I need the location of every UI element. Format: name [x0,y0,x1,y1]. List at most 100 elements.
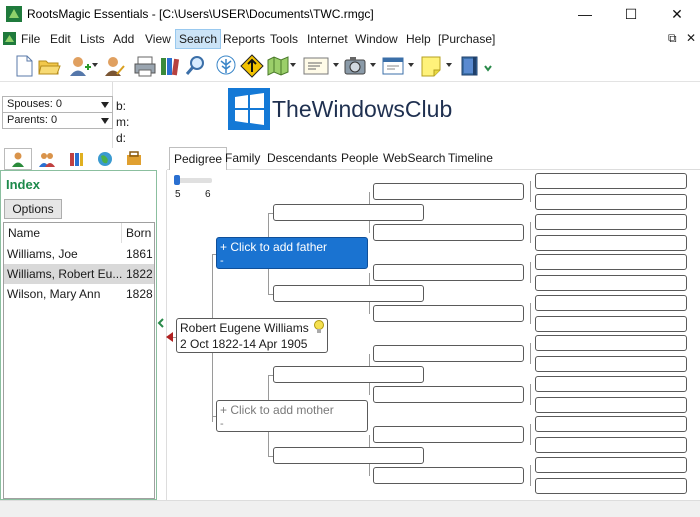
maximize-button[interactable]: ☐ [608,0,654,28]
menu-search[interactable]: Search [175,29,222,49]
list-item[interactable]: Williams, Joe 1861 [4,244,154,264]
certificate-dropdown-icon[interactable] [333,63,339,67]
generation-slider-thumb[interactable] [174,175,180,185]
menu-window[interactable]: Window [355,32,398,46]
add-mother-box[interactable]: + Click to add mother - [216,400,368,432]
help-book-icon[interactable] [458,54,482,78]
ancestor-box[interactable] [373,305,524,322]
back-arrow-icon[interactable] [166,332,173,342]
mdi-close-button[interactable]: ✕ [686,31,696,45]
add-person-dropdown-icon[interactable] [92,63,98,67]
add-person-icon[interactable] [68,54,92,78]
spouses-dropdown[interactable]: Spouses: 0 [2,96,113,113]
tab-families-icon[interactable] [33,148,61,170]
ancestor-box[interactable] [535,214,687,230]
toolbar-overflow-chevron-icon[interactable] [484,61,492,72]
menu-reports[interactable]: Reports [223,32,265,46]
open-folder-icon[interactable] [37,54,61,78]
tab-family[interactable]: Family [225,151,260,165]
certificate-icon[interactable] [302,54,330,78]
menu-file[interactable]: File [21,32,40,46]
lightbulb-icon[interactable] [313,320,325,334]
ancestor-box[interactable] [535,437,687,453]
tab-descendants[interactable]: Descendants [267,151,337,165]
status-bar [0,500,700,517]
panel-splitter[interactable] [157,170,165,500]
menu-help[interactable]: Help [406,32,431,46]
print-icon[interactable] [133,54,157,78]
ancestor-box[interactable] [273,447,424,464]
minimize-button[interactable]: — [562,0,608,28]
menu-lists[interactable]: Lists [80,32,105,46]
ancestor-box[interactable] [273,366,424,383]
media-icon[interactable] [343,54,367,78]
list-item[interactable]: Wilson, Mary Ann 1828 [4,284,154,304]
tab-people[interactable]: People [341,151,378,165]
ancestor-box[interactable] [535,295,687,311]
ancestor-box[interactable] [535,173,687,189]
ancestor-box[interactable] [535,397,687,413]
add-father-box[interactable]: + Click to add father - [216,237,368,269]
window-dropdown-icon[interactable] [408,63,414,67]
note-icon[interactable] [419,54,443,78]
ancestor-box[interactable] [373,467,524,484]
column-header-name[interactable]: Name [4,223,122,243]
ancestor-box[interactable] [373,264,524,281]
menu-tools[interactable]: Tools [270,32,298,46]
ancestor-box[interactable] [535,275,687,291]
ancestor-box[interactable] [373,183,524,200]
ancestor-box[interactable] [373,345,524,362]
person-name: Williams, Joe [7,247,78,261]
ancestor-box[interactable] [535,356,687,372]
search-icon[interactable] [184,54,208,78]
ancestor-box[interactable] [373,224,524,241]
tree-icon[interactable] [214,54,238,78]
ancestor-box[interactable] [535,254,687,270]
edit-person-icon[interactable] [102,54,126,78]
connector-line [530,384,531,405]
list-item[interactable]: Williams, Robert Eu... 1822 [4,264,154,284]
ancestor-box[interactable] [535,478,687,494]
arrow-up-icon[interactable] [240,54,264,78]
menu-view[interactable]: View [145,32,171,46]
collapse-chevron-icon[interactable] [157,317,165,328]
connector-line [530,303,531,324]
root-person-box[interactable]: Robert Eugene Williams 2 Oct 1822-14 Apr… [176,318,328,353]
ancestor-box[interactable] [535,316,687,332]
column-header-born[interactable]: Born [122,223,154,243]
map-dropdown-icon[interactable] [290,63,296,67]
tab-websearch[interactable]: WebSearch [383,151,445,165]
menu-add[interactable]: Add [113,32,134,46]
root-person-dates: 2 Oct 1822-14 Apr 1905 [180,337,308,351]
tab-timeline[interactable]: Timeline [448,151,493,165]
tab-index-icon[interactable] [4,148,32,170]
generation-max-label: 6 [205,189,211,200]
mdi-restore-button[interactable]: ⧉ [668,31,677,46]
ancestor-box[interactable] [535,416,687,432]
ancestor-box[interactable] [535,235,687,251]
ancestor-box[interactable] [273,285,424,302]
new-file-icon[interactable] [12,54,36,78]
note-dropdown-icon[interactable] [446,63,452,67]
ancestor-box[interactable] [373,426,524,443]
ancestor-box[interactable] [273,204,424,221]
ancestor-box[interactable] [535,457,687,473]
window-icon[interactable] [381,54,405,78]
books-icon[interactable] [158,54,182,78]
options-button[interactable]: Options [4,199,62,219]
ancestor-box[interactable] [535,335,687,351]
ancestor-box[interactable] [535,194,687,210]
tab-places-icon[interactable] [91,148,119,170]
tab-pedigree[interactable]: Pedigree [169,147,228,170]
tab-tasks-icon[interactable] [120,148,148,170]
menu-internet[interactable]: Internet [307,32,348,46]
tab-bookmarks-icon[interactable] [62,148,90,170]
ancestor-box[interactable] [535,376,687,392]
menu-purchase[interactable]: [Purchase] [438,32,495,46]
ancestor-box[interactable] [373,386,524,403]
map-icon[interactable] [266,54,290,78]
parents-dropdown[interactable]: Parents: 0 [2,112,113,129]
media-dropdown-icon[interactable] [370,63,376,67]
menu-edit[interactable]: Edit [50,32,71,46]
close-button[interactable]: ✕ [654,0,700,28]
